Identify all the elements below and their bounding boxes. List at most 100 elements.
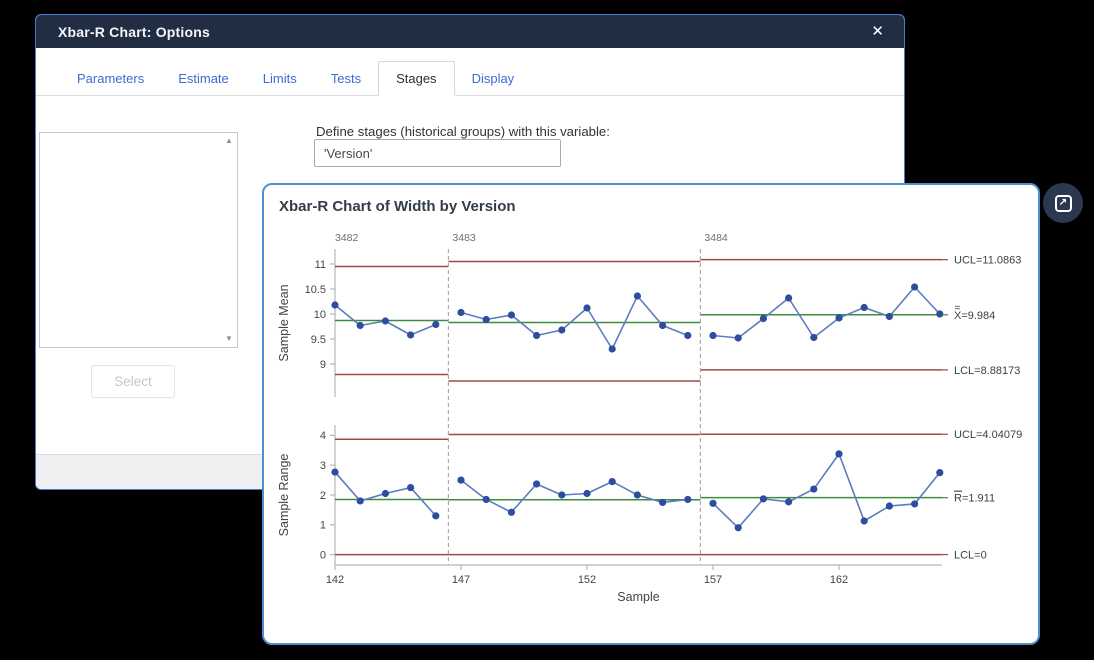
data-point [835, 450, 842, 457]
close-button[interactable]: ✕ [863, 20, 892, 43]
stage-label: 3482 [335, 232, 359, 244]
y-tick-label: 0 [320, 549, 326, 561]
data-point [735, 334, 742, 341]
data-point [558, 491, 565, 498]
data-point [760, 495, 767, 502]
data-point [583, 490, 590, 497]
limit-label: LCL=0 [954, 550, 987, 562]
data-point [760, 315, 767, 322]
data-point [684, 496, 691, 503]
data-point [634, 292, 641, 299]
data-point [785, 498, 792, 505]
define-stages-label: Define stages (historical groups) with t… [316, 124, 610, 139]
series-line [713, 287, 940, 338]
data-point [886, 313, 893, 320]
data-point [835, 314, 842, 321]
data-point [583, 304, 590, 311]
data-point [357, 322, 364, 329]
data-point [508, 509, 515, 516]
data-point [331, 301, 338, 308]
data-point [659, 499, 666, 506]
data-point [810, 485, 817, 492]
y-tick-label: 3 [320, 460, 326, 472]
data-point [810, 334, 817, 341]
stage-label: 3483 [452, 232, 476, 244]
y-tick-label: 4 [320, 430, 326, 442]
data-point [634, 491, 641, 498]
y-tick-label: 9.5 [311, 334, 326, 346]
y-tick-label: 9 [320, 359, 326, 371]
data-point [483, 316, 490, 323]
popout-frame: ↗ [1055, 195, 1072, 212]
data-point [861, 304, 868, 311]
data-point [861, 517, 868, 524]
listbox-scrollbar[interactable]: ▲ ▼ [221, 133, 237, 347]
popout-icon: ↗ [1059, 198, 1067, 208]
control-charts-svg: 1110.5109.59Sample MeanUCL=11.0863X=9.98… [264, 185, 1038, 643]
y-tick-label: 2 [320, 490, 326, 502]
data-point [483, 496, 490, 503]
dialog-title-bar: Xbar-R Chart: Options ✕ [36, 15, 904, 48]
data-point [432, 321, 439, 328]
data-point [457, 309, 464, 316]
data-point [432, 512, 439, 519]
tab-display[interactable]: Display [455, 62, 532, 95]
data-point [886, 502, 893, 509]
x-tick-label: 147 [452, 574, 470, 586]
data-point [533, 332, 540, 339]
data-point [684, 332, 691, 339]
close-icon: ✕ [871, 23, 884, 40]
data-point [659, 322, 666, 329]
data-point [735, 524, 742, 531]
dialog-title: Xbar-R Chart: Options [58, 24, 210, 40]
y-axis-title: Sample Mean [277, 284, 291, 361]
data-point [558, 326, 565, 333]
x-tick-label: 142 [326, 574, 344, 586]
data-point [936, 310, 943, 317]
data-point [457, 477, 464, 484]
data-point [382, 490, 389, 497]
y-tick-label: 1 [320, 520, 326, 532]
data-point [609, 478, 616, 485]
x-axis-title: Sample [617, 590, 659, 604]
data-point [911, 500, 918, 507]
stage-label: 3484 [704, 232, 728, 244]
limit-label: UCL=11.0863 [954, 255, 1021, 267]
data-point [508, 311, 515, 318]
y-tick-label: 11 [315, 259, 326, 271]
select-button[interactable]: Select [91, 365, 175, 398]
stage-variable-input[interactable] [314, 139, 561, 167]
series-line [713, 454, 940, 528]
limit-label: UCL=4.04079 [954, 429, 1022, 441]
scroll-down-icon[interactable]: ▼ [225, 335, 233, 343]
scroll-up-icon[interactable]: ▲ [225, 137, 233, 145]
data-point [382, 317, 389, 324]
data-point [331, 468, 338, 475]
series-line [461, 480, 688, 512]
stage-variables-listbox[interactable]: ▲ ▼ [39, 132, 238, 348]
app-background: Xbar-R Chart: Options ✕ Parameters Estim… [0, 0, 1094, 660]
tab-stages[interactable]: Stages [378, 61, 454, 96]
tab-limits[interactable]: Limits [246, 62, 314, 95]
tab-tests[interactable]: Tests [314, 62, 378, 95]
x-tick-label: 152 [578, 574, 596, 586]
data-point [709, 500, 716, 507]
data-point [407, 484, 414, 491]
tab-parameters[interactable]: Parameters [60, 62, 161, 95]
data-point [936, 469, 943, 476]
data-point [785, 294, 792, 301]
data-point [911, 283, 918, 290]
x-tick-label: 157 [704, 574, 722, 586]
data-point [709, 332, 716, 339]
x-tick-label: 162 [830, 574, 848, 586]
limit-label: LCL=8.88173 [954, 365, 1020, 377]
data-point [357, 497, 364, 504]
limit-label: R=1.911 [954, 493, 995, 505]
data-point [609, 345, 616, 352]
tab-estimate[interactable]: Estimate [161, 62, 246, 95]
y-tick-label: 10.5 [305, 284, 326, 296]
popout-button[interactable]: ↗ [1043, 183, 1083, 223]
y-axis-title: Sample Range [277, 454, 291, 537]
y-tick-label: 10 [314, 309, 326, 321]
double-bar: = [955, 303, 961, 314]
